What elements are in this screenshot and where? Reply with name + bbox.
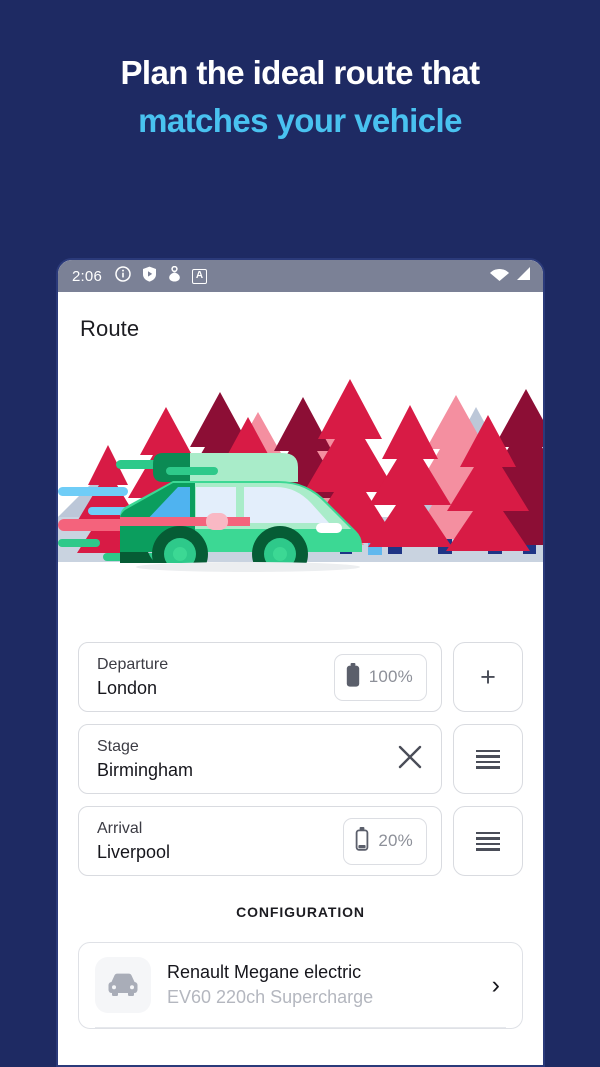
vehicle-configuration-card[interactable]: Renault Megane electric EV60 220ch Super… [78,942,523,1029]
page-title: Route [80,316,140,341]
car-front-icon [95,957,151,1013]
stage-field[interactable]: Stage Birmingham [78,724,442,794]
vehicle-row[interactable]: Renault Megane electric EV60 220ch Super… [95,957,506,1027]
battery-full-icon [346,662,360,692]
close-icon [395,742,425,777]
stage-label: Stage [97,738,139,755]
stage-value: Birmingham [97,760,194,780]
departure-label: Departure [97,656,169,673]
battery-low-icon [355,826,369,856]
arrival-battery-percent: 20% [378,831,413,850]
departure-battery-pill[interactable]: 100% [333,653,427,701]
info-icon [115,265,131,287]
departure-field[interactable]: Departure London 100% [78,642,442,712]
route-row-arrival: Arrival Liverpool 20% [78,806,523,876]
departure-value: London [97,678,158,698]
departure-text: Departure London [97,654,334,700]
drag-handle-icon [476,749,500,769]
route-list: Departure London 100% + Stage Birmingham… [58,612,543,876]
forest-car-artwork [58,379,543,612]
card-divider [95,1027,506,1028]
departure-battery-percent: 100% [368,667,413,686]
stage-clear-button[interactable] [393,742,427,776]
arrival-battery-pill[interactable]: 20% [343,817,427,865]
arrival-label: Arrival [97,820,143,837]
a-badge-icon: A [192,268,207,284]
status-bar-left-icons: A [115,265,207,287]
promo-headline-line2: matches your vehicle [138,101,462,139]
cellular-signal-icon [514,266,531,286]
promo-headline-line1: Plan the ideal route that [120,54,480,91]
drag-handle-icon [476,831,500,851]
add-stage-button[interactable]: + [453,642,523,712]
vehicle-subtitle: EV60 220ch Supercharge [167,987,374,1007]
configuration-section-title: CONFIGURATION [236,904,365,920]
plus-icon: + [480,662,496,692]
status-bar-time: 2:06 [72,267,102,285]
promo-headline: Plan the ideal route that matches your v… [0,52,600,143]
status-bar: 2:06 A [58,260,543,292]
wifi-icon [490,266,509,286]
route-row-departure: Departure London 100% + [78,642,523,712]
phone-mockup: 2:06 A Route Departure London 100% + Sta… [56,258,545,1067]
arrival-value: Liverpool [97,842,171,862]
stage-reorder-handle-button[interactable] [453,724,523,794]
location-share-icon [168,265,181,287]
arrival-reorder-handle-button[interactable] [453,806,523,876]
status-bar-right-icons [490,266,531,286]
route-row-stage: Stage Birmingham [78,724,523,794]
hero-illustration [58,367,543,612]
stage-text: Stage Birmingham [97,736,393,782]
shield-play-icon [142,266,157,287]
chevron-right-icon[interactable]: › [492,971,506,1000]
vehicle-text: Renault Megane electric EV60 220ch Super… [167,960,476,1010]
arrival-text: Arrival Liverpool [97,818,343,864]
vehicle-name: Renault Megane electric [167,962,362,982]
arrival-field[interactable]: Arrival Liverpool 20% [78,806,442,876]
